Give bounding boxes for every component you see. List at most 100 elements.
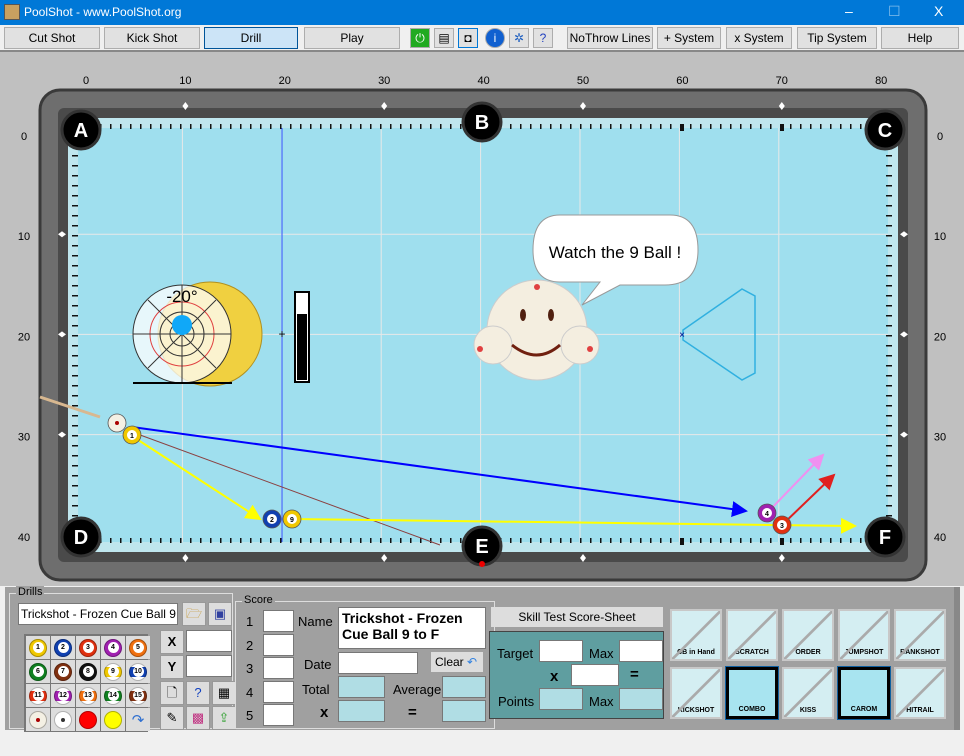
power-icon[interactable]: ⏻ <box>410 28 430 48</box>
info-icon[interactable]: i <box>485 28 505 48</box>
y-label: Y <box>160 655 184 679</box>
palette-ball-4[interactable]: 4 <box>101 636 125 659</box>
table-area[interactable]: -20° + × Watch the 9 Ball ! 1 2 9 4 3 A B C D E F… <box>0 50 964 586</box>
clear-button[interactable]: Clear ↶ <box>431 652 483 672</box>
cue-ball[interactable] <box>107 413 127 433</box>
pool-table[interactable]: -20° + × Watch the 9 Ball ! 1 2 9 4 3 A B C D E F… <box>0 50 964 586</box>
palette-ball-13[interactable]: 13 <box>76 684 100 707</box>
palette-yellow-marker[interactable] <box>101 708 125 731</box>
play-button[interactable]: Play <box>304 27 400 49</box>
palette-cue-ball[interactable] <box>26 708 50 731</box>
palette-ball-15[interactable]: 15 <box>126 684 150 707</box>
table-list-icon[interactable]: ▦ <box>212 681 236 705</box>
palette-ball-12[interactable]: 12 <box>51 684 75 707</box>
minimize-button[interactable]: – <box>845 3 853 19</box>
skill-test-button[interactable]: Skill Test Score-Sheet <box>491 607 663 627</box>
edit-notes-icon[interactable]: ✎ <box>160 706 184 730</box>
open-folder-icon[interactable]: 🗁 <box>182 602 206 626</box>
pocket-label: F <box>879 527 891 549</box>
tip-system-button[interactable]: Tip System <box>797 27 877 49</box>
svg-text:4: 4 <box>765 511 769 518</box>
pocket-f[interactable]: F <box>864 516 906 558</box>
feature-hitrail[interactable]: HITRAIL <box>894 667 946 719</box>
ball-4[interactable]: 4 <box>757 503 777 523</box>
feature-label: HITRAIL <box>906 707 934 714</box>
skill-test-panel: Target Max x = Points Max <box>489 631 664 719</box>
score-input-3[interactable] <box>263 657 294 679</box>
redo-icon[interactable]: ↷ <box>126 708 150 731</box>
palette-red-marker[interactable] <box>76 708 100 731</box>
score-input-5[interactable] <box>263 704 294 726</box>
ball-3[interactable]: 3 <box>772 515 792 535</box>
new-document-icon[interactable]: 🗋 <box>160 681 184 705</box>
max-input[interactable] <box>619 640 663 662</box>
feature-combo[interactable]: COMBO <box>725 666 779 720</box>
feature-label: CAROM <box>850 706 878 713</box>
feature-carom[interactable]: CAROM <box>837 666 891 720</box>
score-input-4[interactable] <box>263 680 294 703</box>
camera-icon[interactable]: ◘ <box>458 28 478 48</box>
score-input-2[interactable] <box>263 633 294 656</box>
feature-order[interactable]: ORDER <box>782 609 834 661</box>
title-bar: PoolShot - www.PoolShot.org – ☐ X <box>0 0 964 25</box>
ball-1[interactable]: 1 <box>122 425 142 445</box>
palette-ghost-ball[interactable] <box>51 708 75 731</box>
pocket-e[interactable]: E <box>461 525 503 567</box>
save-icon[interactable]: ▣ <box>208 602 232 626</box>
cut-shot-button[interactable]: Cut Shot <box>4 27 100 49</box>
close-button[interactable]: X <box>934 3 943 19</box>
maximize-button[interactable]: ☐ <box>888 3 901 20</box>
target-input[interactable] <box>539 640 583 662</box>
ball-number: 14 <box>107 690 119 701</box>
multiplier-input[interactable] <box>571 664 619 686</box>
ball-2[interactable]: 2 <box>262 509 282 529</box>
feature-scratch[interactable]: SCRATCH <box>726 609 778 661</box>
x-system-button[interactable]: x System <box>726 27 792 49</box>
ball-9[interactable]: 9 <box>282 509 302 529</box>
score-name-input[interactable]: Trickshot - Frozen Cue Ball 9 to F <box>338 607 486 649</box>
color-palette-icon[interactable]: ▩ <box>186 706 210 730</box>
settings-icon[interactable]: ✲ <box>509 28 529 48</box>
palette-ball-2[interactable]: 2 <box>51 636 75 659</box>
print-icon[interactable]: ▤ <box>434 28 454 48</box>
palette-ball-1[interactable]: 1 <box>26 636 50 659</box>
palette-ball-11[interactable]: 11 <box>26 684 50 707</box>
feature-kickshot[interactable]: KICKSHOT <box>670 667 722 719</box>
help-button[interactable]: Help <box>881 27 959 49</box>
date-input[interactable] <box>338 652 418 674</box>
palette-ball-7[interactable]: 7 <box>51 660 75 683</box>
feature-kiss[interactable]: KISS <box>782 667 834 719</box>
svg-text:1: 1 <box>130 433 134 440</box>
help-doc-icon[interactable]: ? <box>533 28 553 48</box>
target-label: Target <box>497 646 534 661</box>
pocket-label: E <box>475 536 488 558</box>
score-input-1[interactable] <box>263 610 294 632</box>
kick-shot-button[interactable]: Kick Shot <box>104 27 200 49</box>
palette-ball-6[interactable]: 6 <box>26 660 50 683</box>
pocket-c[interactable]: C <box>864 109 906 151</box>
pocket-d[interactable]: D <box>60 516 102 558</box>
palette-ball-3[interactable]: 3 <box>76 636 100 659</box>
feature-bankshot[interactable]: BANKSHOT <box>894 609 946 661</box>
x-input[interactable] <box>186 630 232 652</box>
drill-button[interactable]: Drill <box>204 27 298 49</box>
drill-name-input[interactable]: Trickshot - Frozen Cue Ball 9 to F <box>18 603 178 625</box>
y-input[interactable] <box>186 655 232 677</box>
palette-ball-9[interactable]: 9 <box>101 660 125 683</box>
pocket-label: D <box>74 527 88 549</box>
feature-jumpshot[interactable]: JUMPSHOT <box>838 609 890 661</box>
pocket-a[interactable]: A <box>60 109 102 151</box>
feature-cb-in-hand[interactable]: CB in Hand <box>670 609 722 661</box>
document-help-icon[interactable]: ? <box>186 681 210 705</box>
no-throw-lines-button[interactable]: NoThrow Lines <box>567 27 653 49</box>
export-folder-icon[interactable]: ⇪ <box>212 706 236 730</box>
pocket-b[interactable]: B <box>461 101 503 143</box>
plus-system-button[interactable]: + System <box>657 27 721 49</box>
palette-ball-5[interactable]: 5 <box>126 636 150 659</box>
score-row-number: 5 <box>246 708 254 723</box>
palette-ball-14[interactable]: 14 <box>101 684 125 707</box>
ball-number: 2 <box>57 642 69 653</box>
feature-label: COMBO <box>738 706 766 713</box>
palette-ball-10[interactable]: 10 <box>126 660 150 683</box>
palette-ball-8[interactable]: 8 <box>76 660 100 683</box>
